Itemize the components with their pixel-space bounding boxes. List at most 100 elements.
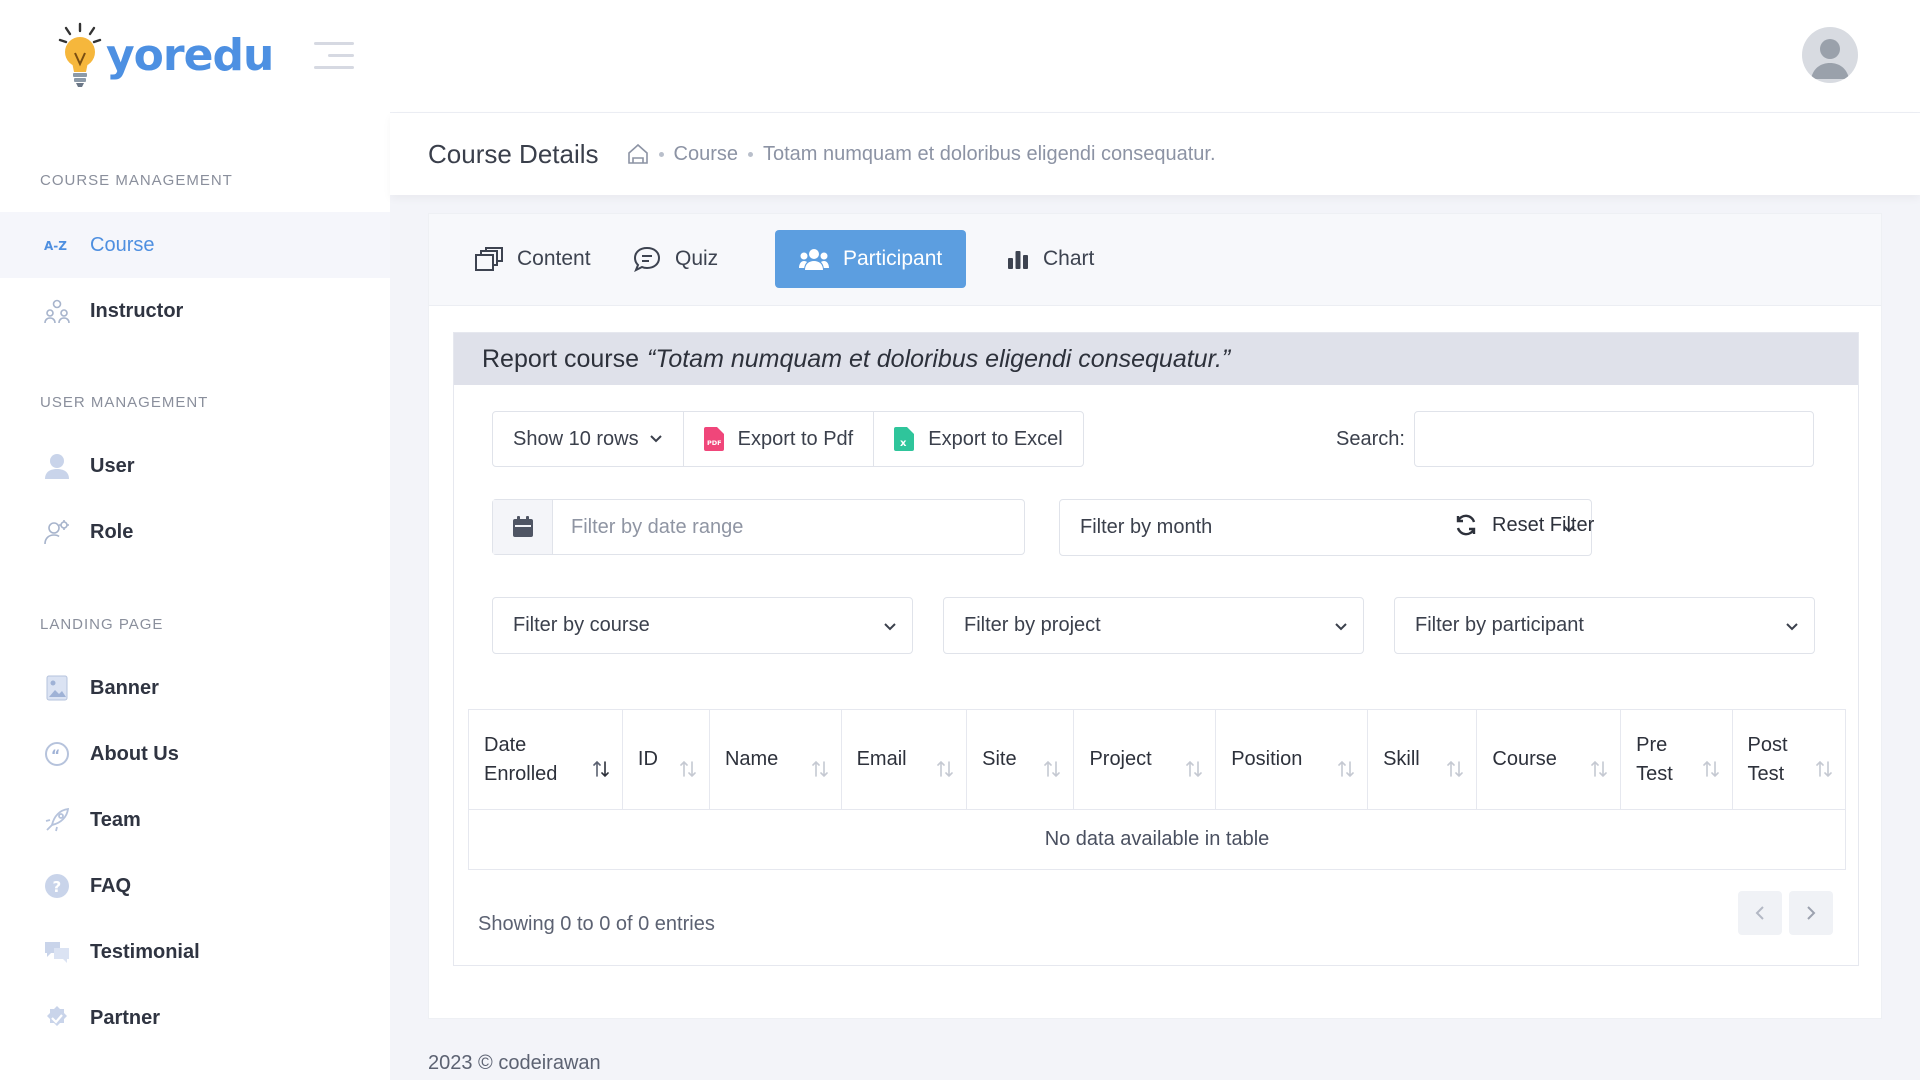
breadcrumb: Course Totam numquam et doloribus eligen… — [627, 143, 1216, 166]
column-header-label: ID — [637, 748, 658, 770]
sort-icon[interactable] — [1815, 760, 1833, 778]
participant-filter-select[interactable]: Filter by participant — [1394, 597, 1815, 654]
sidebar-item-label: Testimonial — [90, 940, 200, 963]
sidebar-item-label: About Us — [90, 742, 179, 765]
column-header[interactable]: Pre Test — [1620, 709, 1733, 810]
sort-icon[interactable] — [679, 760, 697, 778]
report-title: Report course “Totam numquam et doloribu… — [454, 333, 1858, 385]
comment-icon — [633, 246, 661, 272]
date-range-filter — [492, 499, 1025, 555]
project-filter-label: Filter by project — [964, 614, 1101, 636]
sort-icon[interactable] — [1590, 760, 1608, 778]
svg-text:PDF: PDF — [707, 439, 722, 447]
image-icon — [44, 675, 70, 701]
column-header[interactable]: Course — [1476, 709, 1622, 810]
logo-text: yoredu — [106, 29, 274, 81]
sidebar-item-testimonial[interactable]: Testimonial — [0, 919, 390, 985]
refresh-icon — [1454, 513, 1478, 537]
reset-filter-label: Reset Filter — [1492, 513, 1595, 536]
column-header[interactable]: Post Test — [1731, 709, 1847, 810]
sort-icon[interactable] — [1337, 760, 1355, 778]
svg-text:?: ? — [53, 878, 62, 896]
tab-label: Content — [517, 247, 591, 270]
people-icon — [44, 298, 70, 324]
report-title-prefix: Report course — [482, 344, 640, 373]
calendar-icon[interactable] — [493, 500, 553, 554]
reset-filter-button[interactable]: Reset Filter — [1454, 513, 1594, 537]
svg-text:“: “ — [51, 748, 60, 764]
date-range-input[interactable] — [553, 500, 1024, 554]
sidebar-item-about-us[interactable]: “ About Us — [0, 721, 390, 787]
avatar[interactable] — [1802, 27, 1858, 83]
sidebar-item-label: Partner — [90, 1006, 161, 1029]
participant-filter-label: Filter by participant — [1415, 614, 1584, 636]
next-page-button[interactable] — [1789, 891, 1833, 935]
column-header[interactable]: Position — [1215, 709, 1369, 810]
export-pdf-button[interactable]: PDF Export to Pdf — [684, 412, 875, 466]
sort-icon[interactable] — [1185, 760, 1203, 778]
table-actions: Show 10 rows PDF Export to Pdf x Export … — [492, 411, 1084, 467]
question-icon: ? — [44, 873, 70, 899]
chevron-down-icon — [649, 435, 662, 443]
sidebar-item-banner[interactable]: Banner — [0, 655, 390, 721]
sidebar-item-label: User — [90, 454, 135, 477]
chevron-down-icon — [884, 623, 896, 631]
sidebar-item-faq[interactable]: ? FAQ — [0, 853, 390, 919]
previous-page-button[interactable] — [1738, 891, 1782, 935]
sidebar-item-instructor[interactable]: Instructor — [0, 278, 390, 344]
sidebar-item-label: Course — [90, 233, 155, 256]
project-filter-select[interactable]: Filter by project — [943, 597, 1364, 654]
column-header[interactable]: Name — [708, 709, 842, 810]
column-header[interactable]: Site — [966, 709, 1075, 810]
sidebar-item-team[interactable]: Team — [0, 787, 390, 853]
sidebar-item-course[interactable]: A-Z Course — [0, 212, 390, 278]
empty-table-message: No data available in table — [468, 809, 1846, 870]
nav-section-landing-page: LANDING PAGE — [40, 616, 164, 633]
course-filter-label: Filter by course — [513, 614, 650, 636]
column-header[interactable]: Skill — [1367, 709, 1478, 810]
breadcrumb-course[interactable]: Course — [674, 143, 738, 166]
nav-section-course-management: COURSE MANAGEMENT — [40, 172, 233, 189]
chat-icon — [44, 939, 70, 965]
column-header[interactable]: Date Enrolled — [468, 709, 623, 810]
tab-participant[interactable]: Participant — [775, 230, 967, 288]
users-icon — [799, 248, 829, 270]
sidebar-item-label: Banner — [90, 676, 159, 699]
sort-icon[interactable] — [936, 760, 954, 778]
tab-label: Quiz — [675, 247, 719, 270]
column-header[interactable]: ID — [621, 709, 710, 810]
sidebar-item-user[interactable]: User — [0, 433, 390, 499]
sort-icon[interactable] — [811, 760, 829, 778]
copy-icon — [475, 247, 503, 271]
column-header[interactable]: Project — [1073, 709, 1217, 810]
home-icon[interactable] — [627, 143, 649, 165]
sidebar-item-role[interactable]: Role — [0, 499, 390, 565]
table-row: No data available in table — [468, 809, 1846, 870]
sort-icon[interactable] — [1702, 760, 1720, 778]
footer-text: 2023 © codeirawan — [428, 1052, 601, 1074]
search-input[interactable] — [1414, 411, 1814, 467]
sort-icon[interactable] — [1446, 760, 1464, 778]
sidebar-item-partner[interactable]: Partner — [0, 985, 390, 1051]
pdf-file-icon: PDF — [703, 427, 724, 451]
column-header-label: Date — [484, 733, 527, 756]
user-avatar-icon — [1811, 39, 1849, 79]
sidebar-item-label: FAQ — [90, 874, 132, 897]
quote-icon: “ — [44, 741, 70, 767]
user-cog-icon — [44, 519, 70, 545]
column-header[interactable]: Email — [840, 709, 968, 810]
tab-content[interactable]: Content — [451, 230, 615, 288]
bar-chart-icon — [1007, 248, 1029, 270]
sort-icon[interactable] — [1043, 760, 1061, 778]
logo[interactable]: yoredu — [58, 22, 274, 88]
tab-chart[interactable]: Chart — [983, 230, 1118, 288]
sort-icon[interactable] — [592, 760, 610, 778]
menu-toggle-icon[interactable] — [314, 42, 354, 72]
sidebar-item-label: Instructor — [90, 299, 184, 322]
show-rows-button[interactable]: Show 10 rows — [493, 412, 684, 466]
export-excel-button[interactable]: x Export to Excel — [874, 412, 1083, 466]
tab-quiz[interactable]: Quiz — [609, 230, 742, 288]
user-icon — [44, 453, 70, 479]
page-header: Course Details Course Totam numquam et d… — [390, 113, 1920, 195]
course-filter-select[interactable]: Filter by course — [492, 597, 913, 654]
